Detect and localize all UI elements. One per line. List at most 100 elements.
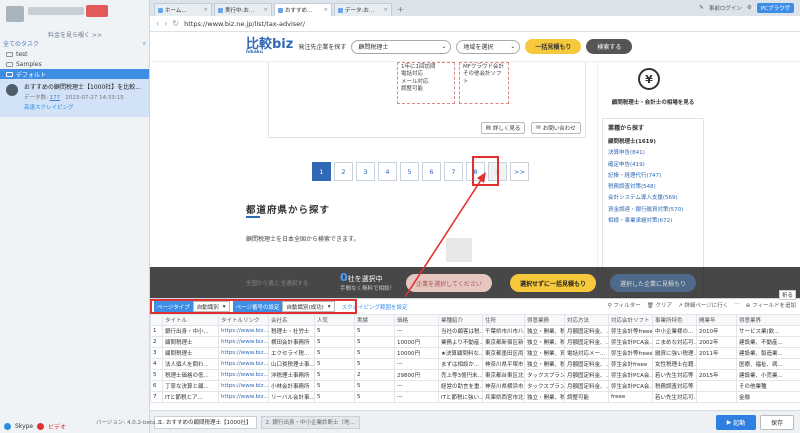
table-cell[interactable]: 山口貧税理士事... xyxy=(268,358,315,370)
table-cell[interactable]: 2 xyxy=(354,369,395,381)
table-cell[interactable]: 5 xyxy=(314,391,355,403)
search-icon[interactable]: ⌕ xyxy=(143,40,146,48)
table-cell[interactable]: 沖税理士事務所 xyxy=(268,369,315,381)
page-5[interactable]: 5 xyxy=(400,162,419,181)
table-cell[interactable]: 2015年 xyxy=(696,369,737,381)
table-cell[interactable]: 10000円 xyxy=(394,347,439,359)
table-cell[interactable]: 顧問税理士 xyxy=(162,347,219,359)
column-header[interactable]: 業種紹介 xyxy=(438,314,483,326)
table-cell[interactable]: 若い先生対応可... xyxy=(652,391,697,403)
table-cell[interactable]: 5 xyxy=(354,325,395,337)
table-cell[interactable]: 月額固定料金、... xyxy=(564,369,609,381)
table-cell[interactable]: 東京都新宿区新... xyxy=(482,336,525,348)
table-cell[interactable]: 5 xyxy=(314,369,355,381)
table-cell[interactable]: ITと節税とア... xyxy=(162,391,219,403)
page-6[interactable]: 6 xyxy=(422,162,441,181)
table-row[interactable]: 7 ITと節税とア... https://www.biz... リーバル会計事... 5… xyxy=(150,391,800,403)
table-cell[interactable]: https://www.biz... xyxy=(218,369,269,381)
table-cell[interactable]: まずは相談か... xyxy=(438,358,483,370)
table-cell[interactable]: 弥生会計等freee xyxy=(608,347,653,359)
site-logo[interactable]: 比較biz hikaku xyxy=(246,38,293,56)
table-cell[interactable]: 弥生会計PCA会... xyxy=(608,380,653,392)
column-header[interactable]: 対応方法 xyxy=(564,314,609,326)
table-cell[interactable]: 建設業、小売業... xyxy=(736,369,800,381)
close-icon[interactable]: × xyxy=(203,7,208,13)
column-header[interactable]: 得意業界 xyxy=(736,314,800,326)
table-cell[interactable]: — xyxy=(394,325,439,337)
table-cell[interactable]: 税理士・社労士 xyxy=(268,325,315,337)
all-tasks-bar[interactable]: 全てのタスク ⌕ xyxy=(3,38,146,49)
column-header[interactable]: タイトルリンク xyxy=(218,314,269,326)
column-header[interactable]: 人気 xyxy=(314,314,355,326)
tab-home[interactable]: ホーム... × xyxy=(154,3,212,16)
table-cell[interactable]: 調整可能 xyxy=(564,391,609,403)
table-cell[interactable]: 小林会計事務所 xyxy=(268,380,315,392)
forward-icon[interactable]: › xyxy=(164,19,167,28)
table-row[interactable]: 2 顧問税理士 https://www.biz... 横田会計事務所 5 5 10000円業… xyxy=(150,336,800,348)
edit-icon[interactable]: ✎ xyxy=(699,5,704,11)
table-cell[interactable]: 融資に強い税理... xyxy=(652,347,697,359)
estimate-button[interactable]: 一括見積もり xyxy=(525,39,582,54)
table-cell[interactable]: — xyxy=(394,391,439,403)
page-3[interactable]: 3 xyxy=(356,162,375,181)
table-cell[interactable]: 5 xyxy=(314,358,355,370)
table-cell[interactable]: 中小企業様の... xyxy=(652,325,697,337)
run-button[interactable]: ▶ 起動 xyxy=(716,415,756,430)
table-cell[interactable]: 5 xyxy=(314,380,355,392)
table-cell[interactable]: 月額固定料金、... xyxy=(564,336,609,348)
column-header[interactable]: 得意業務 xyxy=(524,314,565,326)
select-company-button[interactable]: 企業を選択してください xyxy=(406,274,492,292)
table-cell[interactable]: 金融 xyxy=(736,391,800,403)
column-header[interactable]: 住所 xyxy=(482,314,525,326)
more-icon[interactable]: ⋯ xyxy=(734,301,740,309)
table-cell[interactable]: 5 xyxy=(150,369,163,381)
skype-link[interactable]: Skype xyxy=(15,423,33,430)
column-header[interactable]: 対応会計ソフト xyxy=(608,314,653,326)
table-cell[interactable]: 女性税理士在籍... xyxy=(652,358,697,370)
back-icon[interactable]: ‹ xyxy=(156,19,159,28)
bottom-tab-2[interactable]: 2. 銀行出身・中小企業診断士（地... xyxy=(260,415,360,429)
table-cell[interactable]: 医療、福祉、病... xyxy=(736,358,800,370)
table-cell[interactable]: 月額固定料金、... xyxy=(564,325,609,337)
area-select[interactable]: 地域を選択 ⌄ xyxy=(456,39,521,54)
table-cell[interactable]: 東京都墨田区両... xyxy=(482,347,525,359)
tree-folder-samples[interactable]: Samples xyxy=(0,59,149,69)
column-header[interactable] xyxy=(150,314,163,326)
tree-folder-test[interactable]: test xyxy=(0,49,149,59)
table-cell[interactable]: 業務より不動産... xyxy=(438,336,483,348)
save-button[interactable]: 保存 xyxy=(760,415,794,430)
table-cell[interactable]: こまめな対応可... xyxy=(652,336,697,348)
category-link[interactable]: 確定申告(419) xyxy=(608,160,698,171)
category-link[interactable]: 記帳・経理代行(747) xyxy=(608,171,698,182)
table-cell[interactable]: 5 xyxy=(314,325,355,337)
column-header[interactable]: 事業所特色 xyxy=(652,314,697,326)
table-cell[interactable]: 10000円 xyxy=(394,336,439,348)
data-count[interactable]: 177 xyxy=(50,95,61,101)
table-cell[interactable] xyxy=(696,358,737,370)
table-cell[interactable]: 建設業、不動産... xyxy=(736,336,800,348)
table-cell[interactable] xyxy=(696,380,737,392)
bottom-tab-1[interactable]: 1. おすすめの顧問税理士【1000社】 xyxy=(154,415,257,429)
page-2[interactable]: 2 xyxy=(334,162,353,181)
table-cell[interactable]: 5 xyxy=(354,347,395,359)
table-cell[interactable]: https://www.biz... xyxy=(218,347,269,359)
japan-map[interactable] xyxy=(446,238,472,262)
table-cell[interactable]: 電話対応メー... xyxy=(564,347,609,359)
table-cell[interactable]: 4 xyxy=(150,358,163,370)
table-cell[interactable]: 神奈川県横浜市... xyxy=(482,380,525,392)
table-cell[interactable]: 独立・開業、税... xyxy=(524,325,565,337)
table-cell[interactable]: — xyxy=(394,380,439,392)
clear-button[interactable]: 🗑 クリア xyxy=(647,301,672,309)
table-cell[interactable]: 2002年 xyxy=(696,336,737,348)
table-cell[interactable]: 銀行出身・中小... xyxy=(162,325,219,337)
table-cell[interactable]: タックスプラン... xyxy=(524,369,565,381)
category-select[interactable]: 顧問税理士 ⌄ xyxy=(351,39,452,54)
table-cell[interactable]: 経営の助言を重... xyxy=(438,380,483,392)
page-7[interactable]: 7 xyxy=(444,162,463,181)
table-row[interactable]: 4 法人個人を問わ... https://www.biz... 山口貧税理士事... 5… xyxy=(150,358,800,370)
table-cell[interactable]: 独立・開業、税... xyxy=(524,358,565,370)
table-cell[interactable]: リーバル会計事... xyxy=(268,391,315,403)
selected-estimate-button[interactable]: 選択した企業に見積もり xyxy=(610,274,696,292)
table-cell[interactable]: 神奈川県平塚市... xyxy=(482,358,525,370)
table-row[interactable]: 5 税理士価格の低... https://www.biz... 沖税理士事務所 5 2 29… xyxy=(150,369,800,381)
